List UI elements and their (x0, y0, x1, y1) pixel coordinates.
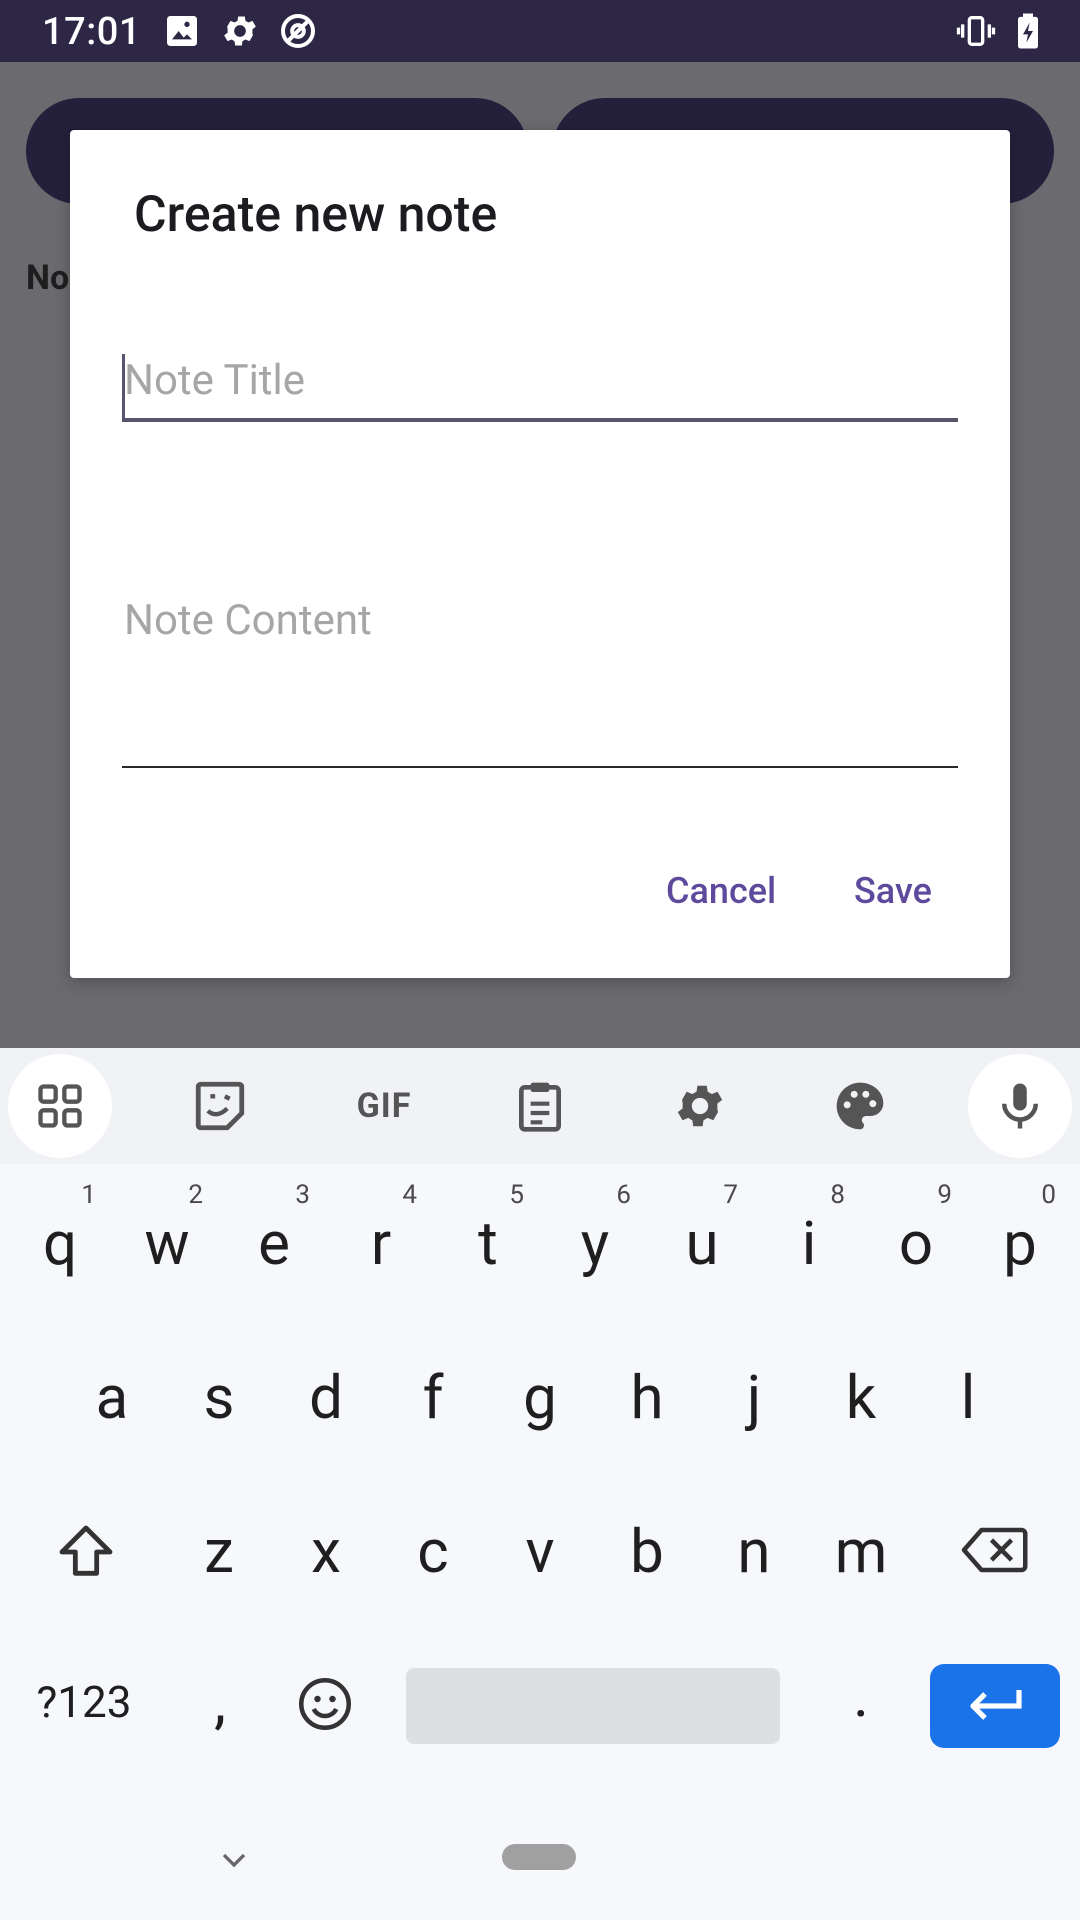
emoji-key[interactable] (275, 1674, 375, 1744)
dialog-title: Create new note (134, 186, 498, 244)
image-icon (167, 16, 197, 46)
key-q[interactable]: q1 (10, 1180, 110, 1279)
note-content-input[interactable]: Note Content (122, 530, 958, 768)
shift-key[interactable] (36, 1520, 136, 1600)
backspace-icon (961, 1527, 1028, 1573)
sticker-icon[interactable] (176, 1062, 264, 1150)
battery-charging-icon (1018, 13, 1038, 49)
cancel-button[interactable]: Cancel (666, 870, 776, 912)
enter-key[interactable] (930, 1664, 1060, 1748)
clipboard-icon[interactable] (496, 1062, 584, 1150)
note-content-placeholder: Note Content (124, 596, 372, 645)
note-title-placeholder: Note Title (124, 356, 306, 405)
note-title-input[interactable]: Note Title (122, 314, 958, 422)
gear-icon (224, 16, 256, 46)
key-z[interactable]: z (169, 1516, 269, 1587)
key-o[interactable]: o9 (866, 1180, 966, 1279)
save-button[interactable]: Save (854, 870, 932, 912)
key-w[interactable]: w2 (117, 1180, 217, 1279)
chevron-down-icon (222, 1853, 246, 1868)
create-note-dialog: Create new note Note Title Note Content … (70, 130, 1010, 978)
enter-icon (970, 1690, 1022, 1720)
key-y[interactable]: y6 (545, 1180, 645, 1279)
key-x[interactable]: x (276, 1516, 376, 1587)
key-m[interactable]: m (811, 1516, 911, 1587)
key-g[interactable]: g (490, 1362, 590, 1433)
mic-icon[interactable] (968, 1054, 1072, 1158)
palette-icon[interactable] (816, 1062, 904, 1150)
symbols-key[interactable]: ?123 (14, 1676, 154, 1728)
key-a[interactable]: a (62, 1362, 162, 1433)
key-i[interactable]: i8 (759, 1180, 859, 1279)
key-k[interactable]: k (811, 1362, 911, 1433)
key-b[interactable]: b (597, 1516, 697, 1587)
key-period[interactable]: . (811, 1660, 911, 1731)
key-r[interactable]: r4 (331, 1180, 431, 1279)
key-s[interactable]: s (169, 1362, 269, 1433)
key-p[interactable]: p0 (970, 1180, 1070, 1279)
status-time: 17:01 (42, 10, 141, 54)
keyboard-toolbar: GIF (0, 1048, 1080, 1164)
key-v[interactable]: v (490, 1516, 590, 1587)
key-e[interactable]: e3 (224, 1180, 324, 1279)
status-bar: 17:01 (0, 0, 1080, 62)
backspace-key[interactable] (944, 1520, 1044, 1600)
key-l[interactable]: l (918, 1362, 1018, 1433)
home-handle[interactable] (502, 1844, 576, 1870)
emoji-icon (299, 1678, 351, 1730)
background-label: No (26, 258, 70, 298)
key-j[interactable]: j (704, 1362, 804, 1433)
key-comma[interactable]: , (170, 1666, 270, 1737)
key-c[interactable]: c (383, 1516, 483, 1587)
gif-icon[interactable]: GIF (334, 1062, 434, 1150)
key-d[interactable]: d (276, 1362, 376, 1433)
shift-icon (59, 1525, 113, 1576)
key-h[interactable]: h (597, 1362, 697, 1433)
key-t[interactable]: t5 (438, 1180, 538, 1279)
hide-keyboard-button[interactable] (214, 1840, 254, 1880)
soft-keyboard: GIF (0, 1048, 1080, 1920)
vibrate-icon (956, 16, 996, 46)
settings-icon[interactable] (656, 1062, 744, 1150)
space-bar[interactable] (406, 1668, 780, 1744)
apps-grid-icon[interactable] (8, 1054, 112, 1158)
key-u[interactable]: u7 (652, 1180, 752, 1279)
location-off-icon (281, 14, 315, 48)
key-n[interactable]: n (704, 1516, 804, 1587)
key-f[interactable]: f (383, 1362, 483, 1433)
